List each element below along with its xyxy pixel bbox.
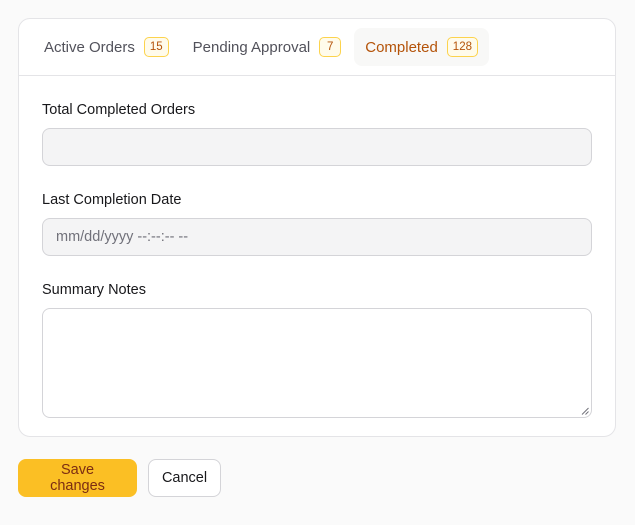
summary-notes-label: Summary Notes (42, 282, 146, 298)
tab-pending-approval[interactable]: Pending Approval 7 (182, 28, 353, 66)
count-badge: 7 (319, 37, 342, 57)
total-completed-label: Total Completed Orders (42, 102, 196, 118)
last-completion-date-label: Last Completion Date (42, 192, 182, 208)
order-summary-form: Total Completed Orders Last Completion D… (19, 102, 615, 418)
completed-orders-card: Active Orders 15 Pending Approval 7 Comp… (18, 18, 616, 437)
tab-label: Completed (365, 38, 438, 56)
last-completion-date-input[interactable]: mm/dd/yyyy --:--:-- -- (42, 218, 592, 256)
count-badge: 15 (143, 37, 169, 57)
tab-label: Pending Approval (192, 38, 311, 56)
tab-completed[interactable]: Completed 128 (354, 28, 489, 66)
total-completed-input[interactable] (42, 128, 592, 166)
save-changes-button[interactable]: Save changes (18, 459, 137, 497)
summary-notes-wrapper (42, 308, 592, 418)
cancel-button[interactable]: Cancel (148, 459, 221, 497)
count-badge: 128 (446, 37, 478, 57)
form-actions: Save changes Cancel (18, 459, 221, 497)
summary-notes-textarea[interactable] (42, 308, 592, 418)
tab-label: Active Orders (44, 38, 135, 56)
tab-bar: Active Orders 15 Pending Approval 7 Comp… (19, 19, 615, 76)
date-placeholder: mm/dd/yyyy --:--:-- -- (56, 229, 189, 245)
resize-grip-icon[interactable] (581, 407, 589, 415)
tab-active-orders[interactable]: Active Orders 15 (33, 28, 180, 66)
